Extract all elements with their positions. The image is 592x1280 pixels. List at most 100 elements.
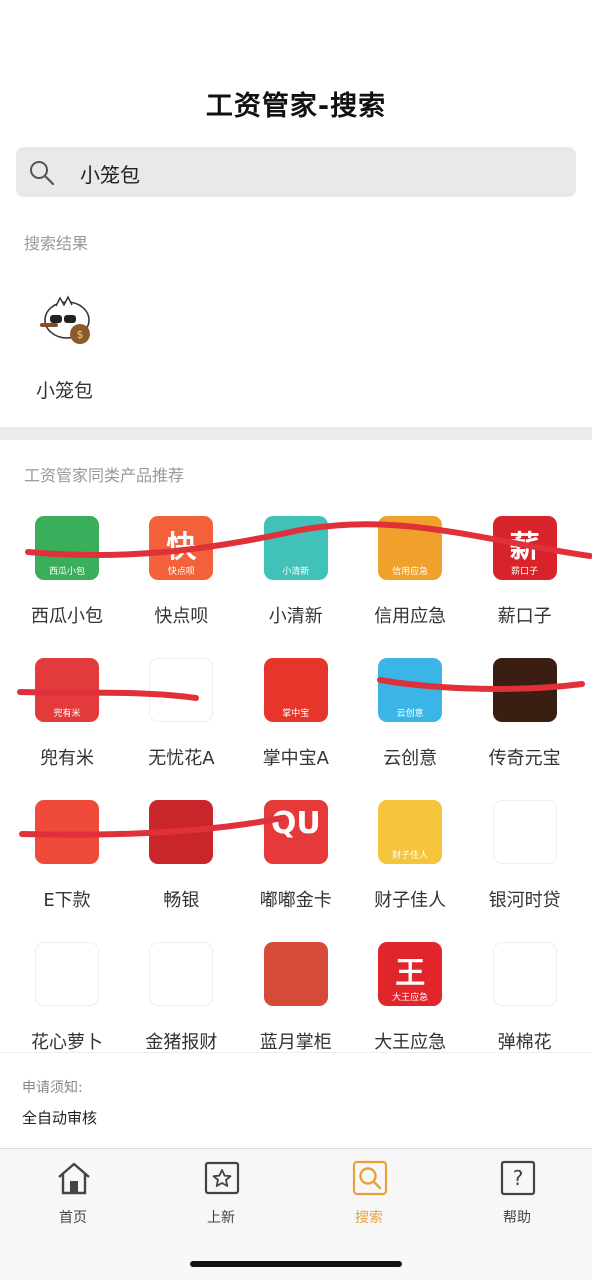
app-item[interactable]: E下款 bbox=[10, 796, 124, 916]
app-name: 花心萝卜 bbox=[31, 1032, 103, 1053]
app-item[interactable]: 银河时贷 bbox=[468, 796, 582, 916]
duck-mascot-icon: $ bbox=[40, 295, 90, 344]
app-name: E下款 bbox=[43, 890, 91, 911]
app-item[interactable]: 蓝月掌柜 bbox=[239, 938, 353, 1058]
notice-text: 全自动审核 bbox=[22, 1109, 98, 1127]
app-logo-icon bbox=[35, 800, 99, 864]
search-input[interactable]: 小笼包 bbox=[16, 147, 576, 197]
result-item-xiaolongbao[interactable]: $ 小笼包 bbox=[30, 290, 106, 410]
search-icon bbox=[352, 1160, 388, 1196]
app-logo-icon bbox=[149, 658, 214, 722]
app-logo-glyph: 王 bbox=[395, 956, 426, 991]
app-logo-icon bbox=[492, 800, 557, 864]
tab-new[interactable]: 上新 bbox=[161, 1159, 281, 1229]
section-divider bbox=[0, 427, 592, 440]
tab-label: 搜索 bbox=[355, 1210, 383, 1226]
app-name: 弹棉花 bbox=[497, 1032, 552, 1053]
star-bookmark-icon bbox=[204, 1161, 240, 1195]
app-name: 传奇元宝 bbox=[488, 748, 561, 769]
tab-help[interactable]: ? 帮助 bbox=[457, 1159, 577, 1229]
svg-text:$: $ bbox=[77, 328, 84, 341]
app-logo-icon: 兜有米 bbox=[35, 658, 99, 722]
app-item[interactable]: 畅银 bbox=[124, 796, 238, 916]
tab-label: 帮助 bbox=[503, 1210, 531, 1226]
app-name: 小清新 bbox=[268, 606, 323, 627]
app-logo-glyph: QU bbox=[270, 806, 321, 841]
app-name: 嘟嘟金卡 bbox=[259, 890, 332, 911]
app-logo-caption: 大王应急 bbox=[392, 993, 429, 1003]
app-logo-icon: 信用应急 bbox=[378, 516, 443, 580]
app-logo-caption: 信用应急 bbox=[392, 567, 429, 577]
search-query[interactable]: 小笼包 bbox=[80, 159, 140, 188]
app-item[interactable]: 兜有米 兜有米 bbox=[10, 654, 124, 774]
app-item[interactable]: 西瓜小包 西瓜小包 bbox=[10, 512, 124, 632]
svg-text:?: ? bbox=[513, 1166, 524, 1190]
app-item[interactable]: QU 嘟嘟金卡 bbox=[239, 796, 353, 916]
app-logo-glyph: 快 bbox=[166, 530, 197, 565]
page-title: 工资管家-搜索 bbox=[205, 91, 387, 122]
app-item[interactable]: 掌中宝掌中宝A bbox=[239, 654, 353, 774]
app-logo-icon: 花心萝卜 bbox=[35, 942, 99, 1006]
app-logo-icon: 掌中宝 bbox=[263, 658, 328, 722]
app-logo-glyph: 薪 bbox=[509, 530, 540, 565]
app-item[interactable]: 薪薪口子 薪口子 bbox=[468, 512, 582, 632]
home-icon bbox=[58, 1162, 90, 1195]
app-logo-caption: 薪口子 bbox=[511, 567, 539, 577]
app-name: 金猪报财 bbox=[145, 1032, 218, 1053]
home-indicator bbox=[190, 1261, 402, 1267]
tab-home[interactable]: 首页 bbox=[13, 1159, 133, 1229]
app-item[interactable]: 快快点呗 快点呗 bbox=[124, 512, 238, 632]
apply-notice: 申请须知: 全自动审核 bbox=[0, 1052, 592, 1148]
app-item[interactable]: 王大王应急 大王应急 bbox=[353, 938, 467, 1058]
app-logo-icon: 云创意 bbox=[378, 658, 443, 722]
app-logo-caption: 西瓜小包 bbox=[48, 567, 85, 577]
app-item[interactable]: 花心萝卜 花心萝卜 bbox=[10, 938, 124, 1058]
app-logo-icon bbox=[263, 942, 328, 1006]
app-item[interactable]: 无忧花A bbox=[124, 654, 238, 774]
app-item[interactable]: 云创意 云创意 bbox=[353, 654, 467, 774]
app-item[interactable]: 财子佳人 财子佳人 bbox=[353, 796, 467, 916]
app-name: 掌中宝A bbox=[262, 748, 329, 769]
tab-label: 首页 bbox=[59, 1210, 87, 1226]
app-logo-caption: 财子佳人 bbox=[392, 851, 429, 861]
app-logo-icon bbox=[149, 800, 214, 864]
app-name: 西瓜小包 bbox=[31, 606, 103, 627]
app-logo-caption: 兜有米 bbox=[53, 709, 81, 719]
page-header: 工资管家-搜索 bbox=[0, 0, 592, 140]
recommend-label: 工资管家同类产品推荐 bbox=[24, 466, 185, 485]
results-label: 搜索结果 bbox=[24, 234, 89, 253]
notice-label: 申请须知: bbox=[22, 1080, 83, 1096]
app-logo-caption: 花心萝卜 bbox=[48, 992, 85, 1002]
app-logo-icon: 弹棉花 bbox=[492, 942, 557, 1006]
result-item-label: 小笼包 bbox=[36, 380, 94, 402]
app-name: 蓝月掌柜 bbox=[259, 1032, 332, 1053]
app-name: 大王应急 bbox=[374, 1032, 447, 1053]
app-item[interactable]: 小清新 小清新 bbox=[239, 512, 353, 632]
app-logo-caption: 小清新 bbox=[282, 567, 310, 577]
help-icon: ? bbox=[500, 1160, 536, 1196]
app-logo-icon: 小清新 bbox=[263, 516, 328, 580]
app-logo-caption: 掌中宝 bbox=[282, 709, 310, 719]
app-name: 畅银 bbox=[163, 890, 200, 911]
app-logo-icon: 西瓜小包 bbox=[35, 516, 99, 580]
app-name: 财子佳人 bbox=[374, 890, 447, 911]
app-name: 快点呗 bbox=[154, 606, 209, 627]
app-logo-icon bbox=[492, 658, 557, 722]
app-item[interactable]: 金猪报财 bbox=[124, 938, 238, 1058]
search-icon bbox=[30, 161, 55, 186]
app-logo-icon: QU bbox=[263, 800, 328, 864]
app-name: 银河时贷 bbox=[488, 890, 561, 911]
app-item[interactable]: 传奇元宝 bbox=[468, 654, 582, 774]
app-logo-caption: 云创意 bbox=[396, 709, 424, 719]
app-logo-icon: 财子佳人 bbox=[378, 800, 443, 864]
tab-label: 上新 bbox=[207, 1210, 235, 1226]
tab-search[interactable]: 搜索 bbox=[309, 1159, 429, 1229]
app-name: 兜有米 bbox=[40, 748, 94, 769]
app-name: 无忧花A bbox=[148, 748, 215, 769]
app-name: 云创意 bbox=[383, 748, 438, 769]
app-name: 薪口子 bbox=[497, 606, 552, 627]
app-logo-icon bbox=[149, 942, 214, 1006]
app-logo-icon: 快快点呗 bbox=[149, 516, 214, 580]
app-item[interactable]: 弹棉花 弹棉花 bbox=[468, 938, 582, 1058]
app-item[interactable]: 信用应急 信用应急 bbox=[353, 512, 467, 632]
